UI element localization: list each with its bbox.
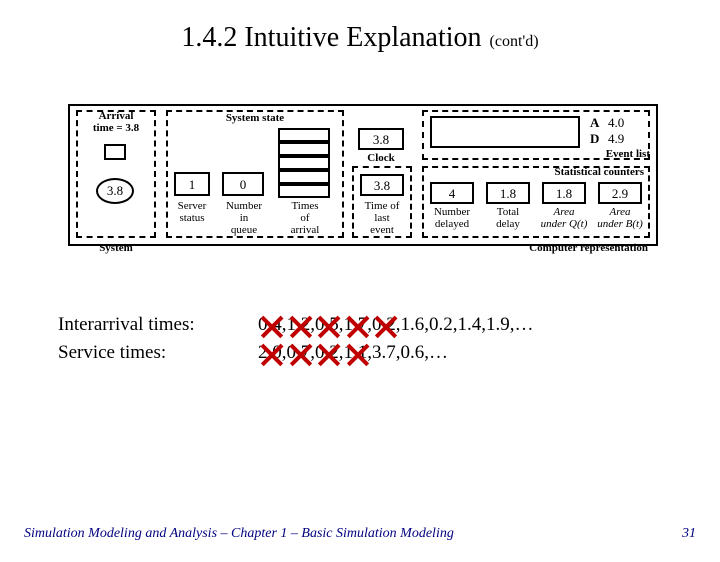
system-label: System (76, 242, 156, 254)
num-in-queue-label: Number in queue (218, 200, 270, 236)
value-item: 0.6, (401, 342, 430, 364)
value-item: 1.2, (287, 314, 316, 336)
total-delay-label: Total delay (480, 206, 536, 230)
times-block: Interarrival times: 0.4, 1.2, 0.5, 1.7, … (58, 314, 534, 370)
clock-box: 3.8 (358, 128, 404, 150)
arrival-stack-2 (278, 156, 330, 170)
event-a-value: 4.0 (608, 116, 640, 130)
total-delay-box: 1.8 (486, 182, 530, 204)
event-list-box (430, 116, 580, 148)
arrival-stack-1 (278, 170, 330, 184)
time-last-event-box: 3.8 (360, 174, 404, 196)
area-b-label: Area under B(t) (590, 206, 650, 230)
value-item: 1.1, (344, 342, 373, 364)
counters-label: Statistical counters (422, 166, 650, 178)
arrival-stack-0 (278, 184, 330, 198)
server-status-label: Server status (168, 200, 216, 224)
interarrival-label: Interarrival times: (58, 314, 258, 336)
value-item: 1.9, (486, 314, 515, 336)
value-item: 0.7, (287, 342, 316, 364)
value-item: 0.5, (315, 314, 344, 336)
num-delayed-label: Number delayed (424, 206, 480, 230)
interarrival-values: 0.4, 1.2, 0.5, 1.7, 0.2, 1.6, 0.2, 1.4, … (258, 314, 534, 336)
value-item: 0.4, (258, 314, 287, 336)
event-d-label: D (590, 132, 608, 146)
slide-title-contd: (cont'd) (490, 33, 539, 50)
value-item: 0.2, (429, 314, 458, 336)
service-label: Service times: (58, 342, 258, 364)
value-item: 0.2, (372, 314, 401, 336)
value-item: 3.7, (372, 342, 401, 364)
arrival-time-label: Arrival time = 3.8 (76, 110, 156, 134)
server-status-box: 1 (174, 172, 210, 196)
value-item: 1.4, (458, 314, 487, 336)
arrival-token-value: 3.8 (107, 183, 123, 199)
interarrival-row: Interarrival times: 0.4, 1.2, 0.5, 1.7, … (58, 314, 534, 336)
num-in-queue-box: 0 (222, 172, 264, 196)
service-values: 2.0, 0.7, 0.2, 1.1, 3.7, 0.6, … (258, 342, 448, 364)
value-item: 1.7, (344, 314, 373, 336)
time-last-event-label: Time of last event (354, 200, 410, 236)
slide-title: 1.4.2 Intuitive Explanation (181, 22, 481, 53)
num-delayed-box: 4 (430, 182, 474, 204)
area-b-box: 2.9 (598, 182, 642, 204)
value-item: 1.6, (401, 314, 430, 336)
state-diagram: Arrival time = 3.8 3.8 System System sta… (68, 104, 658, 274)
event-d-value: 4.9 (608, 132, 640, 146)
arrival-stack-3 (278, 142, 330, 156)
area-q-label: Area under Q(t) (534, 206, 594, 230)
value-item: … (429, 342, 448, 364)
slide-title-block: 1.4.2 Intuitive Explanation (cont'd) (0, 22, 720, 54)
system-state-label: System state (166, 112, 344, 124)
arrival-token-circle: 3.8 (96, 178, 134, 204)
arrival-token-box (104, 144, 126, 160)
clock-label: Clock (358, 152, 404, 164)
arrival-stack-4 (278, 128, 330, 142)
event-a-label: A (590, 116, 608, 130)
times-of-arrival-label: Times of arrival (274, 200, 336, 236)
event-list-caption: Event list (584, 148, 650, 160)
area-q-box: 1.8 (542, 182, 586, 204)
value-item: 0.2, (315, 342, 344, 364)
value-item: 2.0, (258, 342, 287, 364)
computer-rep-label: Computer representation (358, 242, 648, 254)
value-item: … (515, 314, 534, 336)
service-row: Service times: 2.0, 0.7, 0.2, 1.1, 3.7, … (58, 342, 534, 364)
